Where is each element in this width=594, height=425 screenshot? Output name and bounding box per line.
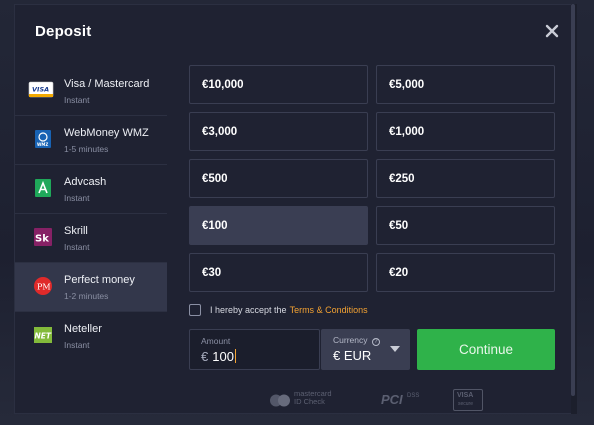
method-neteller[interactable]: NET Neteller Instant [15,312,167,361]
currency-label: Currency [333,335,368,345]
mastercard-logo-icon [270,394,290,407]
method-name: WebMoney WMZ [64,127,149,139]
terms-text: I hereby accept the [210,305,287,315]
method-name: Neteller [64,323,102,335]
amount-option[interactable]: €250 [376,159,555,198]
perfect-money-icon: PM [32,275,54,297]
security-badges: mastercard ID Check PCI DSS VISA secure [269,389,499,411]
amount-input[interactable]: Amount €100 [189,329,320,370]
visa-icon-text: VISA [32,86,49,94]
method-visa-mastercard[interactable]: VISA Visa / Mastercard Instant [15,67,167,116]
method-processing-time: Instant [64,340,90,350]
neteller-icon-text: NET [35,332,52,341]
mastercard-id-check-badge: mastercard ID Check [269,389,349,411]
currency-select[interactable]: Currency ? € EUR [321,329,410,370]
method-processing-time: Instant [64,95,90,105]
method-webmoney[interactable]: WMZ WebMoney WMZ 1-5 minutes [15,116,167,165]
method-name: Advcash [64,176,107,188]
skrill-icon-text: Sk [35,234,49,245]
visa-badge-sub: secure [458,401,474,407]
currency-value: € EUR [333,348,372,363]
payment-method-list: VISA Visa / Mastercard Instant WMZ WebMo… [15,67,167,361]
amount-value: 100 [212,349,234,364]
pci-dss-text: DSS [407,393,420,399]
modal-header: Deposit [15,5,576,61]
amount-option[interactable]: €5,000 [376,65,555,104]
amount-option[interactable]: €30 [189,253,368,292]
method-advcash[interactable]: Advcash Instant [15,165,167,214]
webmoney-icon: WMZ [32,128,54,150]
terms-checkbox[interactable] [189,304,201,316]
terms-row: I hereby accept the Terms & Conditions [189,303,368,317]
webmoney-icon-text: WMZ [37,142,48,147]
amount-option[interactable]: €20 [376,253,555,292]
mastercard-badge-text: mastercard ID Check [294,390,332,406]
amount-option[interactable]: €500 [189,159,368,198]
currency-label-wrap: Currency ? [333,335,380,346]
method-processing-time: Instant [64,193,90,203]
skrill-icon: Sk [32,226,54,248]
amount-option[interactable]: €3,000 [189,112,368,151]
scrollbar-thumb[interactable] [571,4,575,396]
help-icon[interactable]: ? [371,338,380,346]
amount-option[interactable]: €1,000 [376,112,555,151]
method-processing-time: Instant [64,242,90,252]
visa-badge-text: VISA [457,392,474,399]
terms-link[interactable]: Terms & Conditions [290,305,368,315]
close-icon[interactable] [544,23,560,39]
method-name: Visa / Mastercard [64,78,150,90]
amount-currency-symbol: € [201,349,209,364]
mastercard-badge-line2: ID Check [294,397,325,406]
continue-button[interactable]: Continue [417,329,555,370]
deposit-modal: Deposit VISA Visa / Mastercard Instant W… [14,4,577,414]
visa-mastercard-icon: VISA [28,79,54,101]
amount-option-selected[interactable]: €100 [189,206,368,245]
amount-label: Amount [201,336,231,346]
method-processing-time: 1-5 minutes [64,144,109,154]
pci-dss-badge: PCI DSS [381,389,427,411]
amount-option[interactable]: €10,000 [189,65,368,104]
text-caret [234,349,236,363]
visa-secure-badge: VISA secure [453,389,483,411]
method-name: Perfect money [64,274,135,286]
chevron-down-icon [390,346,400,352]
perfect-money-icon-text: PM [37,283,51,292]
method-processing-time: 1-2 minutes [64,291,109,301]
neteller-icon: NET [32,324,54,346]
method-name: Skrill [64,225,88,237]
amount-value-wrap: €100 [201,349,236,364]
method-skrill[interactable]: Sk Skrill Instant [15,214,167,263]
amount-option[interactable]: €50 [376,206,555,245]
method-perfect-money[interactable]: PM Perfect money 1-2 minutes [15,263,167,312]
preset-amount-grid: €10,000 €5,000 €3,000 €1,000 €500 €250 €… [189,65,555,292]
modal-title: Deposit [35,23,92,40]
pci-badge-text: PCI [381,392,403,407]
advcash-icon [32,177,54,199]
